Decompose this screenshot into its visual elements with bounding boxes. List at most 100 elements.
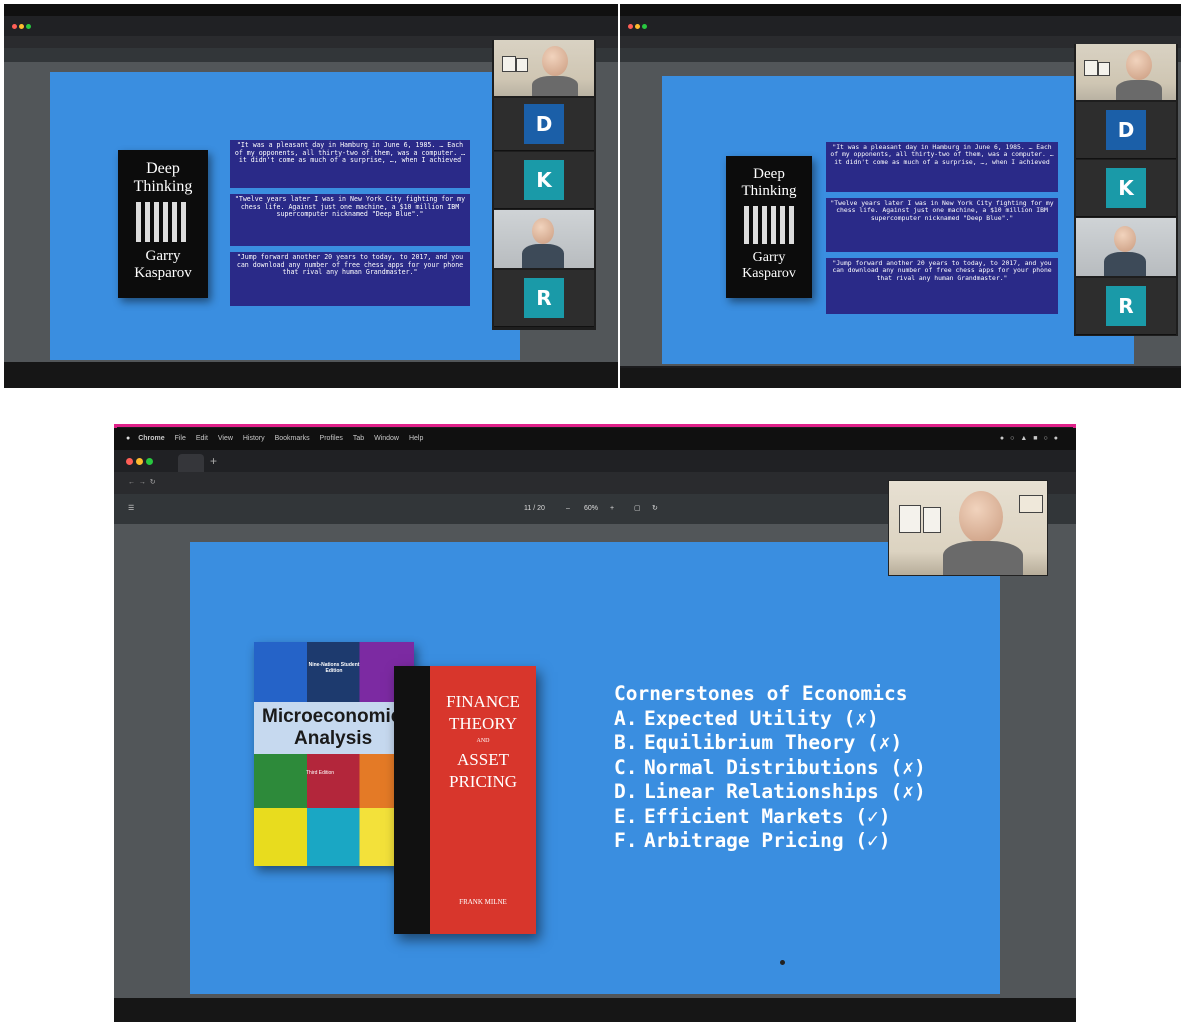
menu-history[interactable]: History xyxy=(243,428,265,450)
book-title-line1: Microeconomic xyxy=(262,706,402,727)
close-window-button[interactable] xyxy=(126,458,133,465)
list-heading: Cornerstones of Economics xyxy=(614,682,908,705)
book-title-line2: Thinking xyxy=(741,183,797,199)
participant-tile-d[interactable]: D xyxy=(494,98,594,151)
book-cover-microeconomic-analysis: Nine-Nations Student Edition Microeconom… xyxy=(254,642,414,866)
participant-tile-d[interactable]: D xyxy=(1076,102,1176,159)
participant-video-guest xyxy=(1076,218,1176,276)
participant-video-host xyxy=(494,40,594,96)
zoom-level[interactable]: 60% xyxy=(584,494,598,524)
book-author-line1: Garry xyxy=(752,250,786,265)
back-icon[interactable]: ← xyxy=(128,479,135,486)
new-tab-icon[interactable]: + xyxy=(210,454,217,468)
item-letter: D. xyxy=(614,780,638,803)
book-title-line1: FINANCE xyxy=(446,692,520,711)
item-text: Arbitrage Pricing (✓) xyxy=(644,829,891,852)
menu-window[interactable]: Window xyxy=(374,428,399,450)
screenshot-top-right: Deep Thinking Garry Kasparov "It was a p… xyxy=(620,4,1181,388)
slide: Nine-Nations Student Edition Microeconom… xyxy=(190,542,1000,994)
book-author-line2: Kasparov xyxy=(134,265,192,281)
rotate-icon[interactable]: ↻ xyxy=(652,494,658,524)
pdf-viewer: Nine-Nations Student Edition Microeconom… xyxy=(114,524,1076,998)
screenshot-bottom: ● Chrome File Edit View History Bookmark… xyxy=(114,424,1076,1022)
presenter-video xyxy=(888,480,1048,576)
participant-tile-r[interactable]: R xyxy=(1076,278,1176,335)
tab-strip xyxy=(620,16,1181,36)
participant-video-guest xyxy=(494,210,594,268)
book-author-line1: Garry xyxy=(145,248,181,264)
participant-tile-k[interactable]: K xyxy=(1076,160,1176,217)
quote-box-1: "It was a pleasant day in Hamburg in Jun… xyxy=(826,142,1058,192)
slide: Deep Thinking Garry Kasparov "It was a p… xyxy=(50,72,520,360)
list-item: A. Expected Utility (✗) xyxy=(614,707,926,732)
item-text: Expected Utility (✗) xyxy=(644,706,879,730)
book-title-line2: THEORY xyxy=(449,714,517,733)
reload-icon[interactable]: ↻ xyxy=(150,479,156,486)
participant-panel: D K R xyxy=(492,40,596,330)
maximize-window-button[interactable] xyxy=(642,24,647,29)
quote-box-2: "Twelve years later I was in New York Ci… xyxy=(230,194,470,246)
dock-area xyxy=(620,368,1181,388)
pdf-page-indicator[interactable]: 11 / 20 xyxy=(524,494,545,524)
forward-icon[interactable]: → xyxy=(139,479,146,486)
menu-tab[interactable]: Tab xyxy=(353,428,364,450)
screenshot-top-left: Deep Thinking Garry Kasparov "It was a p… xyxy=(4,4,618,388)
book-title-line4: ASSET xyxy=(457,750,509,769)
list-item: E. Efficient Markets (✓) xyxy=(614,805,926,830)
list-item: F. Arbitrage Pricing (✓) xyxy=(614,829,926,854)
participant-avatar-r: R xyxy=(524,278,564,318)
book-spine-band xyxy=(394,666,430,934)
book-author-line2: Kasparov xyxy=(742,266,796,281)
list-item: C. Normal Distributions (✗) xyxy=(614,756,926,781)
quote-box-2: "Twelve years later I was in New York Ci… xyxy=(826,198,1058,252)
book-author: FRANK MILNE xyxy=(459,898,507,906)
item-letter: C. xyxy=(614,755,638,779)
participant-avatar-k: K xyxy=(524,160,564,200)
sidebar-menu-icon[interactable]: ☰ xyxy=(128,494,134,524)
slide: Deep Thinking Garry Kasparov "It was a p… xyxy=(662,76,1134,364)
menu-chrome[interactable]: Chrome xyxy=(138,428,164,450)
zoom-in-icon[interactable]: + xyxy=(610,494,614,524)
cornerstones-list: Cornerstones of Economics A. Expected Uti… xyxy=(614,682,926,854)
menu-edit[interactable]: Edit xyxy=(196,428,208,450)
menu-view[interactable]: View xyxy=(218,428,233,450)
menu-file[interactable]: File xyxy=(175,428,186,450)
list-item: D. Linear Relationships (✗) xyxy=(614,780,926,805)
maximize-window-button[interactable] xyxy=(26,24,31,29)
book-edition-note: Nine-Nations Student Edition xyxy=(308,662,360,674)
maximize-window-button[interactable] xyxy=(146,458,153,465)
dock-area xyxy=(114,998,1076,1022)
item-text: Efficient Markets (✓) xyxy=(644,804,891,828)
item-text: Equilibrium Theory (✗) xyxy=(644,731,903,754)
book-title-line2: Analysis xyxy=(294,728,373,749)
item-text: Normal Distributions (✗) xyxy=(644,755,926,779)
tab-strip xyxy=(4,16,618,36)
participant-tile-k[interactable]: K xyxy=(494,152,594,209)
active-tab[interactable] xyxy=(178,454,204,472)
chess-pieces-graphic xyxy=(136,202,190,242)
menu-bookmarks[interactable]: Bookmarks xyxy=(275,428,310,450)
menu-profiles[interactable]: Profiles xyxy=(320,428,343,450)
quote-box-1: "It was a pleasant day in Hamburg in Jun… xyxy=(230,140,470,188)
participant-tile-r[interactable]: R xyxy=(494,270,594,327)
minimize-window-button[interactable] xyxy=(19,24,24,29)
zoom-out-icon[interactable]: – xyxy=(566,494,570,524)
menu-help[interactable]: Help xyxy=(409,428,423,450)
participant-avatar-r: R xyxy=(1106,286,1146,326)
participant-avatar-k: K xyxy=(1106,168,1146,208)
mouse-cursor-icon xyxy=(780,960,785,965)
participant-avatar-d: D xyxy=(524,104,564,144)
menu-bar xyxy=(620,4,1181,16)
item-letter: F. xyxy=(614,829,638,852)
close-window-button[interactable] xyxy=(12,24,17,29)
apple-icon[interactable]: ● xyxy=(126,428,130,450)
tab-strip: + xyxy=(114,450,1076,472)
close-window-button[interactable] xyxy=(628,24,633,29)
fit-page-icon[interactable]: ▢ xyxy=(634,494,641,524)
minimize-window-button[interactable] xyxy=(136,458,143,465)
list-item: B. Equilibrium Theory (✗) xyxy=(614,731,926,756)
menu-bar xyxy=(4,4,618,16)
item-text: Linear Relationships (✗) xyxy=(644,780,926,803)
book-title-line1: Deep xyxy=(753,166,785,182)
minimize-window-button[interactable] xyxy=(635,24,640,29)
